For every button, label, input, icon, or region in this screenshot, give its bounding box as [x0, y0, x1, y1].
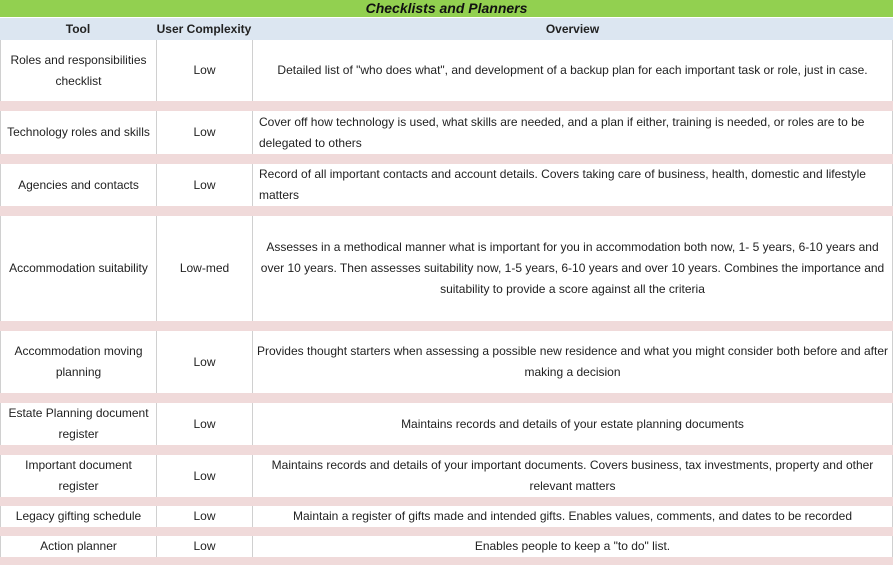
column-header-tool: Tool	[65, 22, 91, 36]
overview-cell: Assesses in a methodical manner what is …	[252, 216, 893, 321]
overview-cell: Record of all important contacts and acc…	[252, 164, 893, 206]
column-header-complexity: User Complexity	[156, 22, 252, 36]
overview-cell: Provides thought starters when assessing…	[252, 331, 893, 393]
table-row: Estate Planning document register Low Ma…	[0, 403, 893, 445]
tool-cell: Roles and responsibilities checklist	[0, 40, 156, 101]
overview-cell: Maintain a register of gifts made and in…	[252, 506, 893, 527]
row-separator	[0, 527, 893, 536]
row-separator	[0, 445, 893, 455]
table-row: Technology roles and skills Low Cover of…	[0, 111, 893, 154]
table-row: Agencies and contacts Low Record of all …	[0, 164, 893, 206]
row-separator	[0, 206, 893, 216]
complexity-cell: Low-med	[156, 216, 252, 321]
table-row: Legacy gifting schedule Low Maintain a r…	[0, 506, 893, 527]
tool-cell: Estate Planning document register	[0, 403, 156, 445]
row-separator	[0, 101, 893, 111]
complexity-cell: Low	[156, 403, 252, 445]
tool-cell: Technology roles and skills	[0, 111, 156, 154]
table-row: Action planner Low Enables people to kee…	[0, 536, 893, 557]
overview-cell: Cover off how technology is used, what s…	[252, 111, 893, 154]
table-row: Accommodation moving planning Low Provid…	[0, 331, 893, 393]
tool-cell: Accommodation moving planning	[0, 331, 156, 393]
complexity-cell: Low	[156, 164, 252, 206]
table-header: Tool User Complexity Overview	[0, 18, 893, 40]
row-separator	[0, 321, 893, 331]
row-separator	[0, 557, 893, 565]
tool-cell: Agencies and contacts	[0, 164, 156, 206]
tool-cell: Important document register	[0, 455, 156, 497]
tool-cell: Legacy gifting schedule	[0, 506, 156, 527]
complexity-cell: Low	[156, 40, 252, 101]
row-separator	[0, 154, 893, 164]
sheet-title: Checklists and Planners	[0, 0, 893, 17]
complexity-cell: Low	[156, 455, 252, 497]
row-separator	[0, 393, 893, 403]
complexity-cell: Low	[156, 111, 252, 154]
overview-cell: Maintains records and details of your es…	[252, 403, 893, 445]
column-header-overview: Overview	[545, 22, 600, 36]
complexity-cell: Low	[156, 536, 252, 557]
row-separator	[0, 497, 893, 506]
table-row: Important document register Low Maintain…	[0, 455, 893, 497]
table-row: Roles and responsibilities checklist Low…	[0, 40, 893, 101]
table-row: Accommodation suitability Low-med Assess…	[0, 216, 893, 321]
overview-cell: Enables people to keep a "to do" list.	[252, 536, 893, 557]
overview-cell: Detailed list of "who does what", and de…	[252, 40, 893, 101]
complexity-cell: Low	[156, 506, 252, 527]
tool-cell: Action planner	[0, 536, 156, 557]
overview-cell: Maintains records and details of your im…	[252, 455, 893, 497]
tool-cell: Accommodation suitability	[0, 216, 156, 321]
complexity-cell: Low	[156, 331, 252, 393]
